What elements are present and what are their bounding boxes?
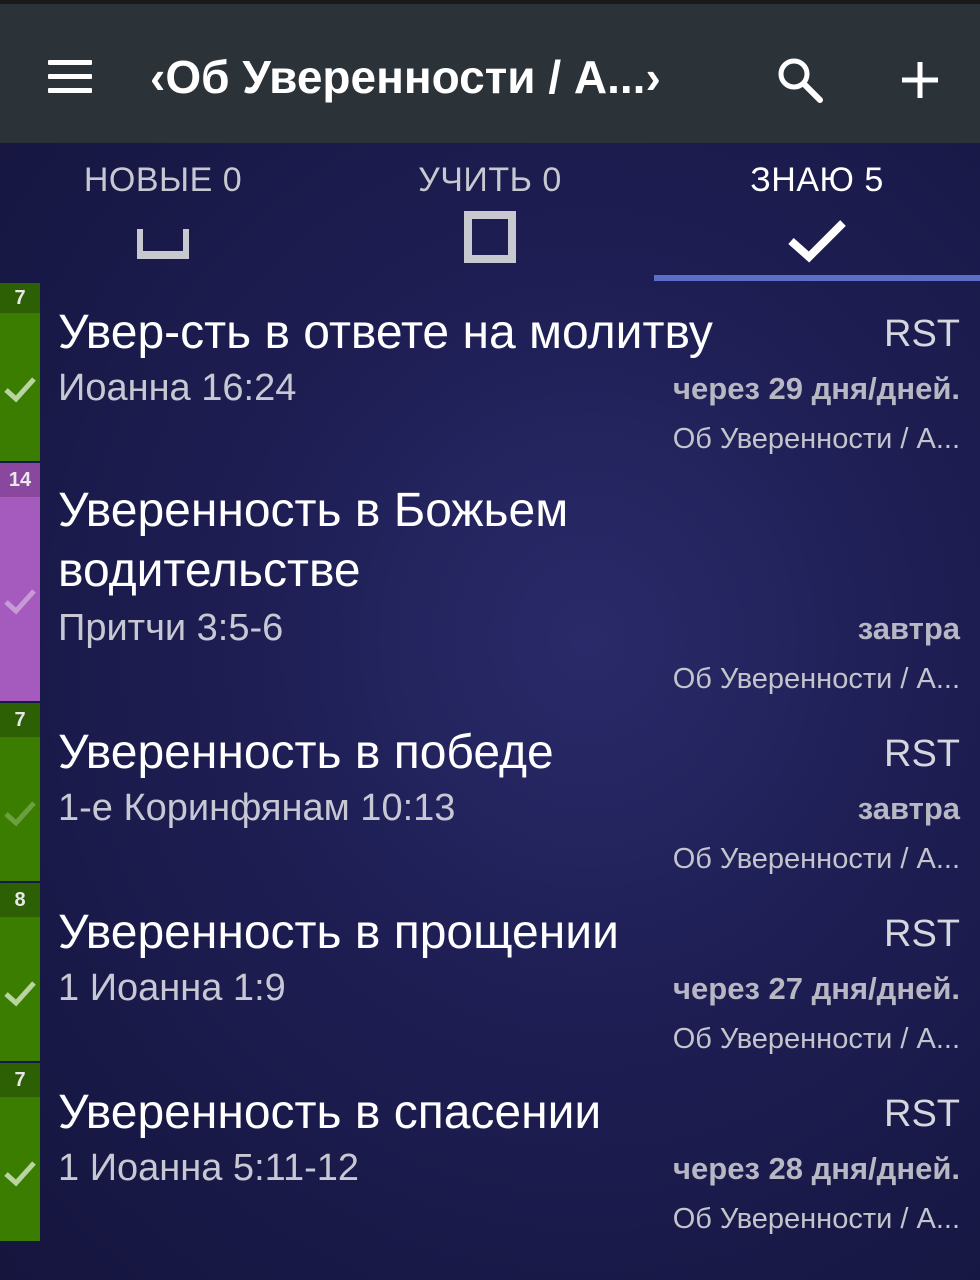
tab-new[interactable]: НОВЫЕ 0 — [0, 143, 326, 283]
check-icon — [4, 377, 36, 403]
level-number: 8 — [0, 883, 40, 917]
tab-learn-label: УЧИТЬ 0 — [418, 161, 562, 199]
translation-label: RST — [884, 313, 960, 355]
due-label: завтра — [857, 791, 960, 826]
verse-reference: Иоанна 16:24 — [58, 367, 297, 409]
verse-reference: 1 Иоанна 5:11-12 — [58, 1147, 359, 1189]
app-bar: ‹Об Уверенности / А...› — [0, 0, 980, 143]
square-icon — [464, 211, 516, 268]
verse-title: Уверенность в прощении — [58, 906, 619, 959]
list-item[interactable]: 7 Уверенность в победе RST 1-е Коринфяна… — [0, 703, 980, 881]
search-icon[interactable] — [774, 54, 826, 106]
check-icon — [4, 801, 36, 827]
check-icon — [4, 981, 36, 1007]
collection-label: Об Уверенности / А... — [672, 663, 960, 695]
verse-title: Уверенность в Божьем водительстве — [58, 484, 569, 597]
list-item[interactable]: 7 Уверенность в спасении RST 1 Иоанна 5:… — [0, 1063, 980, 1241]
list-item[interactable]: 14 Уверенность в Божьем водительстве При… — [0, 463, 980, 701]
verse-title: Уверенность в спасении — [58, 1086, 602, 1139]
menu-icon[interactable] — [44, 58, 96, 94]
translation-label: RST — [884, 913, 960, 955]
tab-learn[interactable]: УЧИТЬ 0 — [326, 143, 654, 283]
level-number: 7 — [0, 283, 40, 313]
verse-title: Увер-сть в ответе на молитву — [58, 306, 713, 359]
level-stripe: 7 — [0, 283, 40, 461]
space-icon — [135, 221, 191, 266]
collection-label: Об Уверенности / А... — [672, 843, 960, 875]
tab-know-label: ЗНАЮ 5 — [750, 161, 884, 199]
page-title[interactable]: ‹Об Уверенности / А...› — [150, 50, 661, 104]
verse-reference: 1-е Коринфянам 10:13 — [58, 787, 456, 829]
tab-new-label: НОВЫЕ 0 — [83, 161, 243, 199]
collection-label: Об Уверенности / А... — [672, 1203, 960, 1235]
translation-label: RST — [884, 1093, 960, 1135]
verse-reference: Притчи 3:5-6 — [58, 607, 284, 649]
add-icon[interactable] — [896, 56, 944, 104]
due-label: через 28 дня/дней. — [673, 1151, 960, 1186]
level-number: 7 — [0, 1063, 40, 1097]
level-number: 14 — [0, 463, 40, 497]
list-item[interactable]: 7 Увер-сть в ответе на молитву RST Иоанн… — [0, 283, 980, 461]
due-label: через 27 дня/дней. — [673, 971, 960, 1006]
collection-label: Об Уверенности / А... — [672, 1023, 960, 1055]
level-stripe: 7 — [0, 703, 40, 881]
tab-bar: НОВЫЕ 0 УЧИТЬ 0 ЗНАЮ 5 — [0, 143, 980, 283]
level-stripe: 14 — [0, 463, 40, 701]
translation-label: RST — [884, 733, 960, 775]
level-stripe: 7 — [0, 1063, 40, 1241]
level-stripe: 8 — [0, 883, 40, 1061]
due-label: завтра — [857, 611, 960, 646]
verse-title: Уверенность в победе — [58, 726, 554, 779]
level-number: 7 — [0, 703, 40, 737]
active-tab-indicator — [654, 275, 980, 281]
list-item[interactable]: 8 Уверенность в прощении RST 1 Иоанна 1:… — [0, 883, 980, 1061]
verse-reference: 1 Иоанна 1:9 — [58, 967, 286, 1009]
collection-label: Об Уверенности / А... — [672, 423, 960, 455]
due-label: через 29 дня/дней. — [673, 371, 960, 406]
tab-know[interactable]: ЗНАЮ 5 — [654, 143, 980, 283]
check-icon — [4, 1161, 36, 1187]
check-icon — [4, 589, 36, 615]
check-icon — [787, 217, 847, 268]
